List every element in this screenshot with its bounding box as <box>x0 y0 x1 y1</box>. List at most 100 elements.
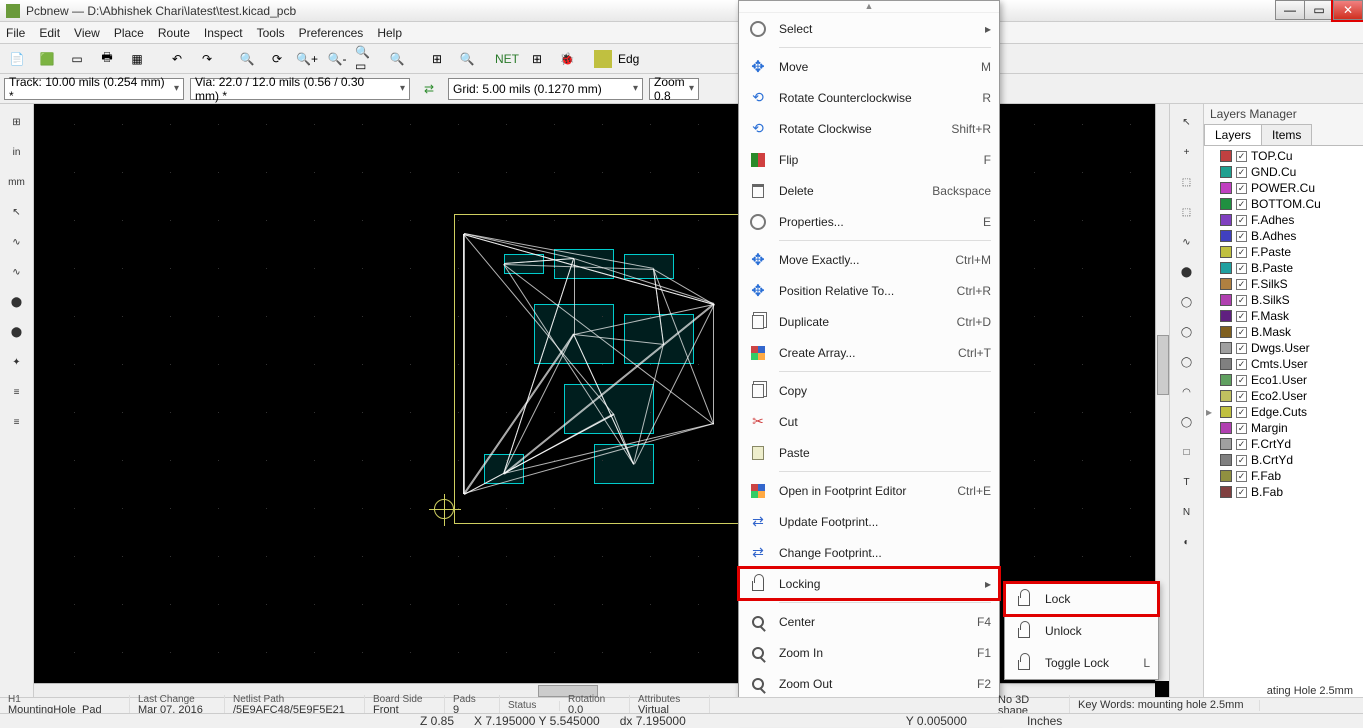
layer-row[interactable]: ✓B.SilkS <box>1206 292 1361 308</box>
search-icon[interactable]: 🔍 <box>454 46 480 72</box>
right-tool-button-14[interactable]: ◐ <box>1173 528 1201 556</box>
left-tool-button-9[interactable]: ≡ <box>3 378 31 406</box>
menu-edit[interactable]: Edit <box>39 26 60 40</box>
menu-inspect[interactable]: Inspect <box>204 26 243 40</box>
ctx-move[interactable]: ✥MoveM <box>739 51 999 82</box>
ctx-flip[interactable]: FlipF <box>739 144 999 175</box>
layer-row[interactable]: ✓F.SilkS <box>1206 276 1361 292</box>
zoom-out-icon[interactable]: 🔍- <box>324 46 350 72</box>
ctx-select[interactable]: Select▸ <box>739 13 999 44</box>
ctx-properties-[interactable]: Properties...E <box>739 206 999 237</box>
ctx-paste[interactable]: Paste <box>739 437 999 468</box>
left-tool-button-0[interactable]: ⊞ <box>3 108 31 136</box>
track-width-combo[interactable]: Track: 10.00 mils (0.254 mm) * <box>4 78 184 100</box>
zoom-selection-icon[interactable]: 🔍 <box>384 46 410 72</box>
left-tool-button-8[interactable]: ✦ <box>3 348 31 376</box>
layer-swatch[interactable] <box>594 50 612 68</box>
layer-row[interactable]: ✓Margin <box>1206 420 1361 436</box>
layer-row[interactable]: ✓F.Fab <box>1206 468 1361 484</box>
layer-row[interactable]: ✓B.CrtYd <box>1206 452 1361 468</box>
left-tool-button-5[interactable]: ∿ <box>3 258 31 286</box>
tab-items[interactable]: Items <box>1261 124 1312 145</box>
layer-row[interactable]: ✓TOP.Cu <box>1206 148 1361 164</box>
menu-view[interactable]: View <box>74 26 100 40</box>
layer-row[interactable]: ✓Eco1.User <box>1206 372 1361 388</box>
left-tool-button-10[interactable]: ≡ <box>3 408 31 436</box>
zoom-window-icon[interactable]: 🔍▭ <box>354 46 380 72</box>
ctx-duplicate[interactable]: DuplicateCtrl+D <box>739 306 999 337</box>
ctx-create-array-[interactable]: Create Array...Ctrl+T <box>739 337 999 368</box>
right-tool-button-4[interactable]: ∿ <box>1173 228 1201 256</box>
ctx-zoom-in[interactable]: Zoom InF1 <box>739 637 999 668</box>
menu-help[interactable]: Help <box>377 26 402 40</box>
zoom-in-icon[interactable]: 🔍+ <box>294 46 320 72</box>
maximize-button[interactable]: ▭ <box>1304 0 1334 20</box>
right-tool-button-7[interactable]: ◯ <box>1173 318 1201 346</box>
right-tool-button-9[interactable]: ◠ <box>1173 378 1201 406</box>
layer-row[interactable]: ✓GND.Cu <box>1206 164 1361 180</box>
print-icon[interactable]: 🖶 <box>94 46 120 72</box>
layer-row[interactable]: ✓Cmts.User <box>1206 356 1361 372</box>
ctx-zoom-out[interactable]: Zoom OutF2 <box>739 668 999 699</box>
drc-icon[interactable]: ⊞ <box>524 46 550 72</box>
close-button[interactable]: ✕ <box>1333 0 1363 20</box>
tab-layers[interactable]: Layers <box>1204 124 1262 145</box>
menu-tools[interactable]: Tools <box>257 26 285 40</box>
layer-row[interactable]: ✓B.Fab <box>1206 484 1361 500</box>
route-settings-icon[interactable]: ⇄ <box>416 76 442 102</box>
layer-row[interactable]: ✓B.Mask <box>1206 324 1361 340</box>
menu-scroll-up[interactable]: ▲ <box>739 1 999 13</box>
via-size-combo[interactable]: Via: 22.0 / 12.0 mils (0.56 / 0.30 mm) * <box>190 78 410 100</box>
ctx-update-footprint-[interactable]: ⇄Update Footprint... <box>739 506 999 537</box>
ctx-rotate-clockwise[interactable]: ⟲Rotate ClockwiseShift+R <box>739 113 999 144</box>
grid-combo[interactable]: Grid: 5.00 mils (0.1270 mm) <box>448 78 643 100</box>
right-tool-button-5[interactable]: ⬤ <box>1173 258 1201 286</box>
layer-row[interactable]: ✓POWER.Cu <box>1206 180 1361 196</box>
layer-row[interactable]: ✓F.Mask <box>1206 308 1361 324</box>
new-icon[interactable]: 📄 <box>4 46 30 72</box>
undo-icon[interactable]: ↶ <box>164 46 190 72</box>
right-tool-button-12[interactable]: T <box>1173 468 1201 496</box>
subctx-lock[interactable]: Lock <box>1005 583 1158 615</box>
layer-row[interactable]: ✓F.Paste <box>1206 244 1361 260</box>
subctx-toggle-lock[interactable]: Toggle LockL <box>1005 647 1158 679</box>
plot-icon[interactable]: ▦ <box>124 46 150 72</box>
refresh-icon[interactable]: ⟳ <box>264 46 290 72</box>
layers-list[interactable]: ✓TOP.Cu✓GND.Cu✓POWER.Cu✓BOTTOM.Cu✓F.Adhe… <box>1204 146 1363 697</box>
layer-row[interactable]: ✓B.Paste <box>1206 260 1361 276</box>
zoom-combo[interactable]: Zoom 0.8 <box>649 78 699 100</box>
ctx-open-in-footprint-editor[interactable]: Open in Footprint EditorCtrl+E <box>739 475 999 506</box>
right-tool-button-0[interactable]: ↖ <box>1173 108 1201 136</box>
page-settings-icon[interactable]: ▭ <box>64 46 90 72</box>
left-tool-button-2[interactable]: mm <box>3 168 31 196</box>
left-tool-button-4[interactable]: ∿ <box>3 228 31 256</box>
zoom-fit-icon[interactable]: 🔍 <box>234 46 260 72</box>
ctx-move-exactly-[interactable]: ✥Move Exactly...Ctrl+M <box>739 244 999 275</box>
layer-row[interactable]: ✓F.Adhes <box>1206 212 1361 228</box>
ctx-change-footprint-[interactable]: ⇄Change Footprint... <box>739 537 999 568</box>
menu-preferences[interactable]: Preferences <box>299 26 364 40</box>
layer-row[interactable]: ✓F.CrtYd <box>1206 436 1361 452</box>
redo-icon[interactable]: ↷ <box>194 46 220 72</box>
ctx-copy[interactable]: Copy <box>739 375 999 406</box>
right-tool-button-10[interactable]: ◯ <box>1173 408 1201 436</box>
right-tool-button-3[interactable]: ⬚ <box>1173 198 1201 226</box>
right-tool-button-1[interactable]: + <box>1173 138 1201 166</box>
layer-row[interactable]: ✓BOTTOM.Cu <box>1206 196 1361 212</box>
right-tool-button-13[interactable]: N <box>1173 498 1201 526</box>
ctx-rotate-counterclockwise[interactable]: ⟲Rotate CounterclockwiseR <box>739 82 999 113</box>
right-tool-button-11[interactable]: □ <box>1173 438 1201 466</box>
menu-file[interactable]: File <box>6 26 25 40</box>
ctx-position-relative-to-[interactable]: ✥Position Relative To...Ctrl+R <box>739 275 999 306</box>
layer-row[interactable]: ✓Eco2.User <box>1206 388 1361 404</box>
netlist-icon[interactable]: NET <box>494 46 520 72</box>
ctx-cut[interactable]: ✂Cut <box>739 406 999 437</box>
ctx-delete[interactable]: DeleteBackspace <box>739 175 999 206</box>
ctx-locking[interactable]: Locking▸ <box>739 568 999 599</box>
bug-icon[interactable]: 🐞 <box>554 46 580 72</box>
subctx-unlock[interactable]: Unlock <box>1005 615 1158 647</box>
layer-row[interactable]: ▸✓Edge.Cuts <box>1206 404 1361 420</box>
layer-row[interactable]: ✓Dwgs.User <box>1206 340 1361 356</box>
right-tool-button-8[interactable]: ◯ <box>1173 348 1201 376</box>
right-tool-button-2[interactable]: ⬚ <box>1173 168 1201 196</box>
